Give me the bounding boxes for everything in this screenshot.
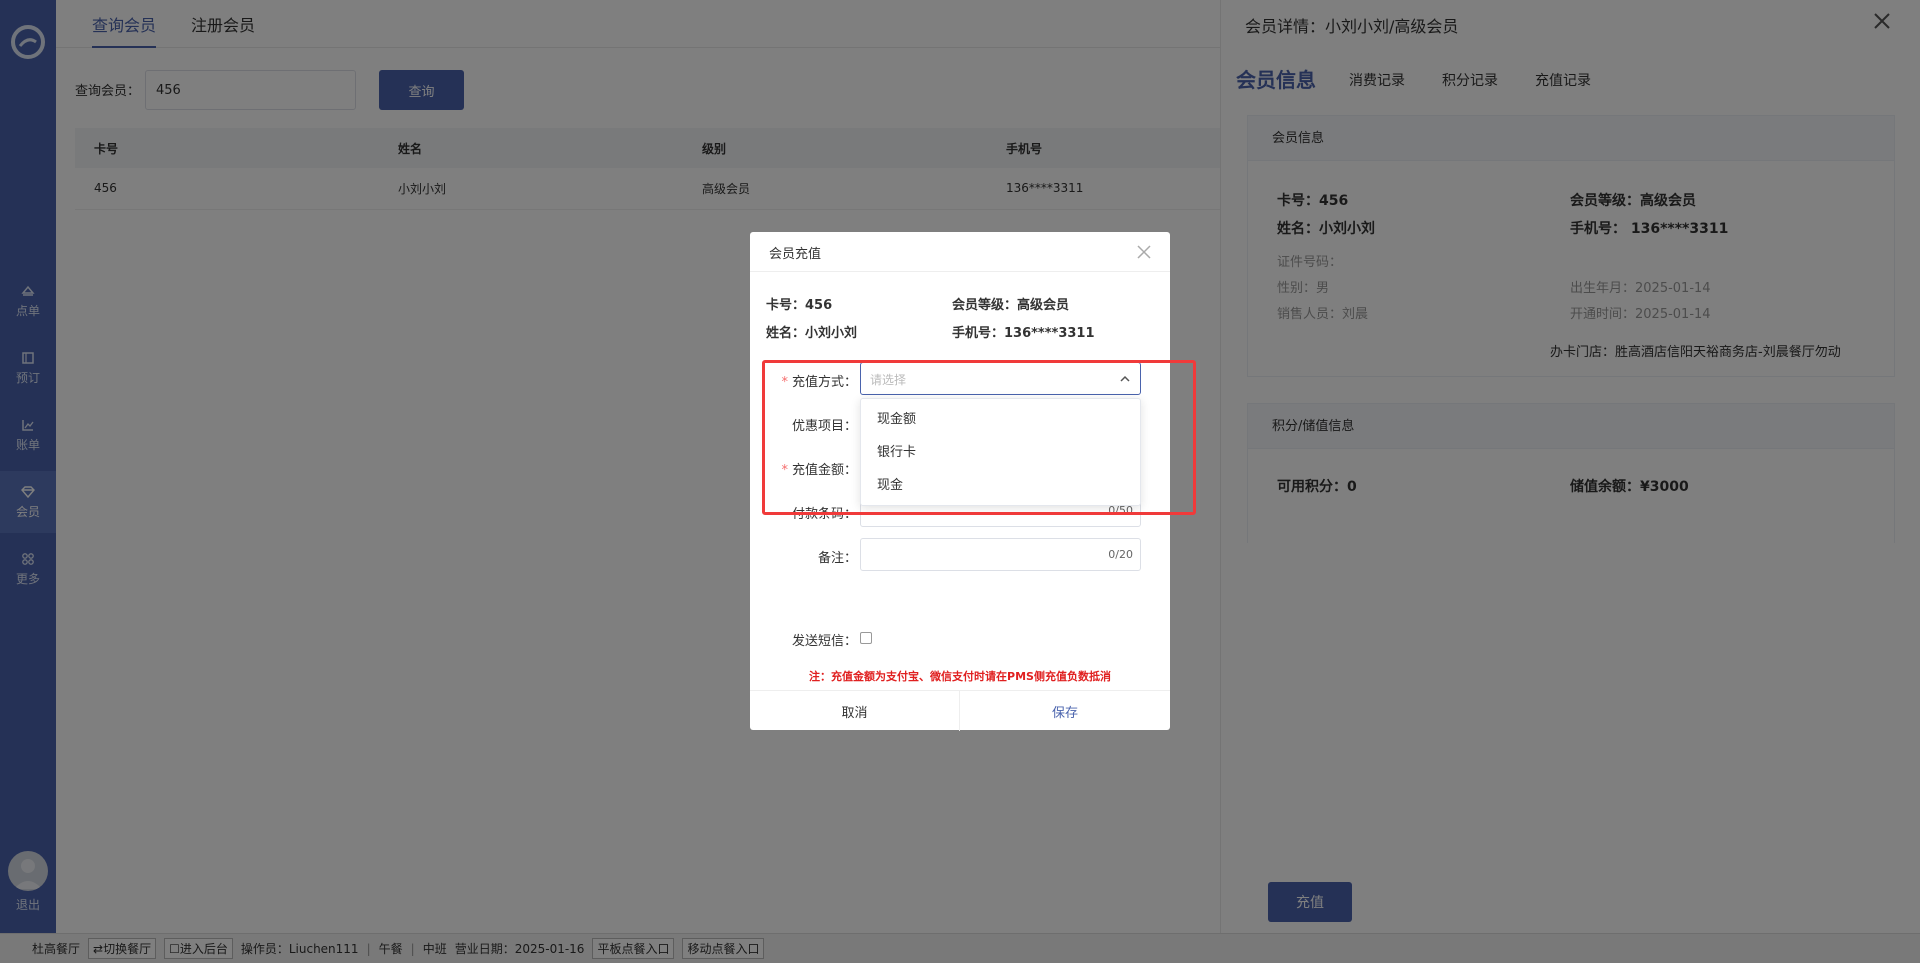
divider — [750, 271, 1170, 272]
recharge-method-dropdown: 现金额 银行卡 现金 — [860, 398, 1141, 506]
cancel-button[interactable]: 取消 — [750, 691, 960, 731]
modal-phone: 手机号：136****3311 — [952, 326, 1095, 341]
modal-title: 会员充值 — [769, 247, 822, 262]
save-button[interactable]: 保存 — [960, 691, 1170, 731]
required-mark: * — [781, 375, 788, 390]
recharge-amount-label-text: 充值金额： — [791, 463, 857, 478]
recharge-method-placeholder: 请选择 — [870, 373, 907, 387]
remark-label: 备注： — [817, 551, 857, 566]
remark-char-counter: 0/20 — [1108, 548, 1133, 561]
option-cash[interactable]: 现金 — [861, 469, 1140, 502]
modal-name: 姓名：小刘小刘 — [766, 326, 858, 341]
remark-input[interactable]: 0/20 — [860, 538, 1141, 571]
option-bank-card[interactable]: 银行卡 — [861, 436, 1140, 469]
send-sms-label: 发送短信： — [791, 634, 857, 649]
modal-level: 会员等级：高级会员 — [952, 298, 1070, 313]
recharge-amount-label: * 充值金额： — [750, 459, 857, 478]
recharge-note: 注：充值金额为支付宝、微信支付时请在PMS侧充值负数抵消 — [809, 670, 1111, 683]
recharge-method-label-text: 充值方式： — [791, 375, 857, 390]
chevron-up-icon — [1120, 375, 1130, 382]
payment-barcode-label: 付款条码： — [791, 507, 857, 522]
close-icon[interactable] — [1134, 242, 1154, 262]
required-mark: * — [781, 463, 788, 478]
modal-card: 卡号：456 — [766, 298, 833, 313]
send-sms-checkbox[interactable] — [860, 632, 872, 644]
recharge-method-label: * 充值方式： — [750, 371, 857, 390]
recharge-modal: 会员充值 卡号：456 会员等级：高级会员 姓名：小刘小刘 手机号：136***… — [750, 232, 1170, 731]
discount-label: 优惠项目： — [791, 419, 857, 434]
recharge-method-select[interactable]: 请选择 — [860, 362, 1141, 395]
modal-footer: 取消 保存 — [750, 690, 1170, 731]
option-cash-amount[interactable]: 现金额 — [861, 403, 1140, 436]
